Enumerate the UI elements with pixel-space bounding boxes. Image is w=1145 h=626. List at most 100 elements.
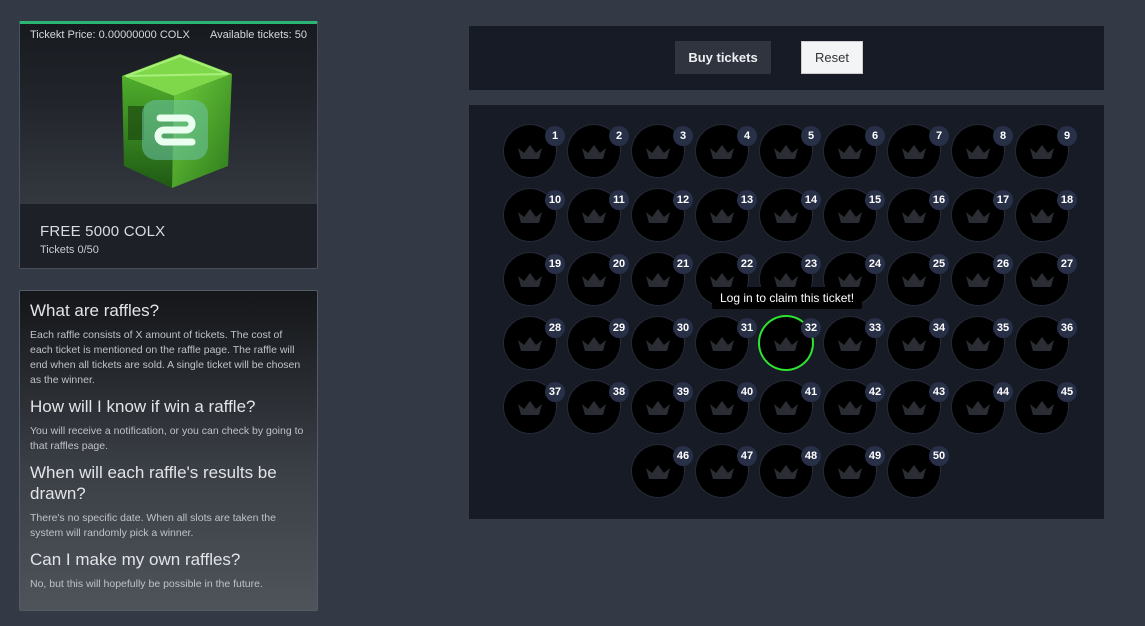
ticket-number-badge: 27 <box>1057 254 1077 274</box>
faq-question: When will each raffle's results be drawn… <box>30 463 277 503</box>
ticket-number-badge: 24 <box>865 254 885 274</box>
raffle-image-area: Tickekt Price: 0.00000000 COLX Available… <box>20 24 317 204</box>
ticket-number-badge: 7 <box>929 126 949 146</box>
ticket-8[interactable]: 8 <box>952 125 1013 177</box>
ticket-number-badge: 22 <box>737 254 757 274</box>
ticket-number-badge: 14 <box>801 190 821 210</box>
ticket-13[interactable]: 13 <box>696 189 757 241</box>
ticket-number-badge: 10 <box>545 190 565 210</box>
raffle-ticket-count: Tickets 0/50 <box>40 244 99 256</box>
ticket-48[interactable]: 48 <box>760 445 821 497</box>
ticket-27[interactable]: 27 <box>1016 253 1077 305</box>
ticket-number-badge: 19 <box>545 254 565 274</box>
ticket-number-badge: 5 <box>801 126 821 146</box>
ticket-number-badge: 31 <box>737 318 757 338</box>
ticket-number-badge: 43 <box>929 382 949 402</box>
ticket-6[interactable]: 6 <box>824 125 885 177</box>
ticket-10[interactable]: 10 <box>504 189 565 241</box>
ticket-number-badge: 16 <box>929 190 949 210</box>
ticket-45[interactable]: 45 <box>1016 381 1077 433</box>
ticket-17[interactable]: 17 <box>952 189 1013 241</box>
ticket-42[interactable]: 42 <box>824 381 885 433</box>
faq-question: Can I make my own raffles? <box>30 550 241 569</box>
ticket-43[interactable]: 43 <box>888 381 949 433</box>
ticket-number-badge: 26 <box>993 254 1013 274</box>
ticket-21[interactable]: 21 <box>632 253 693 305</box>
raffle-title: FREE 5000 COLX <box>40 223 166 240</box>
ticket-12[interactable]: 12 <box>632 189 693 241</box>
faq-answer: You will receive a notification, or you … <box>30 425 304 452</box>
ticket-2[interactable]: 2 <box>568 125 629 177</box>
ticket-41[interactable]: 41 <box>760 381 821 433</box>
ticket-number-badge: 15 <box>865 190 885 210</box>
ticket-39[interactable]: 39 <box>632 381 693 433</box>
ticket-16[interactable]: 16 <box>888 189 949 241</box>
ticket-40[interactable]: 40 <box>696 381 757 433</box>
ticket-number-badge: 9 <box>1057 126 1077 146</box>
raffle-meta: Tickekt Price: 0.00000000 COLX Available… <box>20 24 317 41</box>
ticket-30[interactable]: 30 <box>632 317 693 369</box>
ticket-34[interactable]: 34 <box>888 317 949 369</box>
ticket-number-badge: 21 <box>673 254 693 274</box>
ticket-number-badge: 12 <box>673 190 693 210</box>
ticket-37[interactable]: 37 <box>504 381 565 433</box>
raffle-card[interactable]: Tickekt Price: 0.00000000 COLX Available… <box>19 21 318 269</box>
ticket-number-badge: 4 <box>737 126 757 146</box>
ticket-26[interactable]: 26 <box>952 253 1013 305</box>
ticket-35[interactable]: 35 <box>952 317 1013 369</box>
ticket-4[interactable]: 4 <box>696 125 757 177</box>
ticket-number-badge: 41 <box>801 382 821 402</box>
ticket-grid: 1 2 3 4 5 6 7 8 9 10 11 12 13 14 15 16 17 18 19 20 21 22 23 24 2… <box>469 105 1104 519</box>
ticket-7[interactable]: 7 <box>888 125 949 177</box>
ticket-9[interactable]: 9 <box>1016 125 1077 177</box>
ticket-44[interactable]: 44 <box>952 381 1013 433</box>
faq-question: What are raffles? <box>30 301 160 320</box>
ticket-15[interactable]: 15 <box>824 189 885 241</box>
ticket-number-badge: 34 <box>929 318 949 338</box>
ticket-number-badge: 46 <box>673 446 693 466</box>
ticket-number-badge: 45 <box>1057 382 1077 402</box>
available-tickets: Available tickets: 50 <box>209 29 307 41</box>
ticket-number-badge: 2 <box>609 126 629 146</box>
ticket-price: Tickekt Price: 0.00000000 COLX <box>30 29 190 41</box>
ticket-1[interactable]: 1 <box>504 125 565 177</box>
ticket-46[interactable]: 46 <box>632 445 693 497</box>
reset-button[interactable]: Reset <box>801 41 863 74</box>
faq-answer: Each raffle consists of X amount of tick… <box>30 329 301 386</box>
ticket-32[interactable]: 32 <box>760 317 821 369</box>
ticket-number-badge: 30 <box>673 318 693 338</box>
ticket-number-badge: 44 <box>993 382 1013 402</box>
ticket-25[interactable]: 25 <box>888 253 949 305</box>
ticket-number-badge: 6 <box>865 126 885 146</box>
ticket-number-badge: 8 <box>993 126 1013 146</box>
ticket-19[interactable]: 19 <box>504 253 565 305</box>
ticket-50[interactable]: 50 <box>888 445 949 497</box>
ticket-number-badge: 40 <box>737 382 757 402</box>
ticket-20[interactable]: 20 <box>568 253 629 305</box>
faq-card: What are raffles? Each raffle consists o… <box>19 290 318 611</box>
ticket-28[interactable]: 28 <box>504 317 565 369</box>
ticket-number-badge: 35 <box>993 318 1013 338</box>
ticket-5[interactable]: 5 <box>760 125 821 177</box>
faq-answer: No, but this will hopefully be possible … <box>30 578 263 590</box>
ticket-49[interactable]: 49 <box>824 445 885 497</box>
ticket-number-badge: 11 <box>609 190 629 210</box>
ticket-number-badge: 25 <box>929 254 949 274</box>
ticket-number-badge: 29 <box>609 318 629 338</box>
ticket-31[interactable]: 31 <box>696 317 757 369</box>
ticket-11[interactable]: 11 <box>568 189 629 241</box>
ticket-36[interactable]: 36 <box>1016 317 1077 369</box>
ticket-33[interactable]: 33 <box>824 317 885 369</box>
ticket-number-badge: 33 <box>865 318 885 338</box>
ticket-number-badge: 49 <box>865 446 885 466</box>
ticket-29[interactable]: 29 <box>568 317 629 369</box>
ticket-14[interactable]: 14 <box>760 189 821 241</box>
ticket-3[interactable]: 3 <box>632 125 693 177</box>
buy-tickets-button[interactable]: Buy tickets <box>675 41 771 74</box>
ticket-number-badge: 37 <box>545 382 565 402</box>
ticket-number-badge: 32 <box>801 318 821 338</box>
ticket-47[interactable]: 47 <box>696 445 757 497</box>
ticket-18[interactable]: 18 <box>1016 189 1077 241</box>
ticket-38[interactable]: 38 <box>568 381 629 433</box>
ticket-number-badge: 18 <box>1057 190 1077 210</box>
